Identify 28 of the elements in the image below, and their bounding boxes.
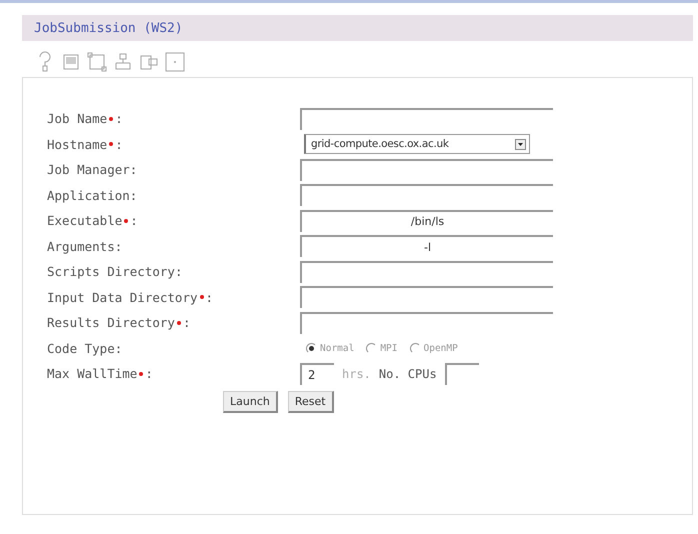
field-label: Job Name : [47, 111, 124, 126]
caret-icon [515, 138, 526, 150]
frame-icon[interactable] [86, 51, 108, 73]
field-label: Arguments: [47, 238, 124, 254]
field-label: Executable : [47, 213, 139, 228]
text-field[interactable] [300, 158, 553, 181]
field-label: Job Manager: [47, 162, 138, 178]
text-field[interactable]: -l [300, 235, 553, 258]
launch-button[interactable]: Launch [223, 390, 278, 412]
window-title: JobSubmission (WS2) [34, 20, 183, 36]
field-label: Input Data Directory : [47, 290, 214, 305]
walltime-field[interactable]: 2 [300, 362, 334, 385]
field-label: Hostname : [47, 136, 124, 152]
square-icon[interactable] [164, 51, 186, 73]
text-field[interactable] [300, 260, 553, 283]
field-label: Results Directory : [47, 315, 192, 330]
radio-button[interactable] [366, 342, 378, 354]
reset-button[interactable]: Reset [288, 390, 334, 412]
field-label: Application: [47, 188, 138, 203]
cpus-label: No. CPUs [378, 366, 437, 381]
text-field[interactable]: /bin/ls [300, 210, 553, 232]
radio-button[interactable] [306, 342, 317, 354]
field-label: Scripts Directory: [47, 264, 184, 280]
field-label: Max WallTime : [47, 366, 154, 382]
unit-label: hrs. [342, 366, 371, 381]
hostname-dropdown[interactable]: grid-compute.oesc.ox.ac.uk [304, 134, 530, 154]
field-label: Code Type: [47, 340, 124, 356]
radio-button[interactable] [410, 342, 420, 354]
